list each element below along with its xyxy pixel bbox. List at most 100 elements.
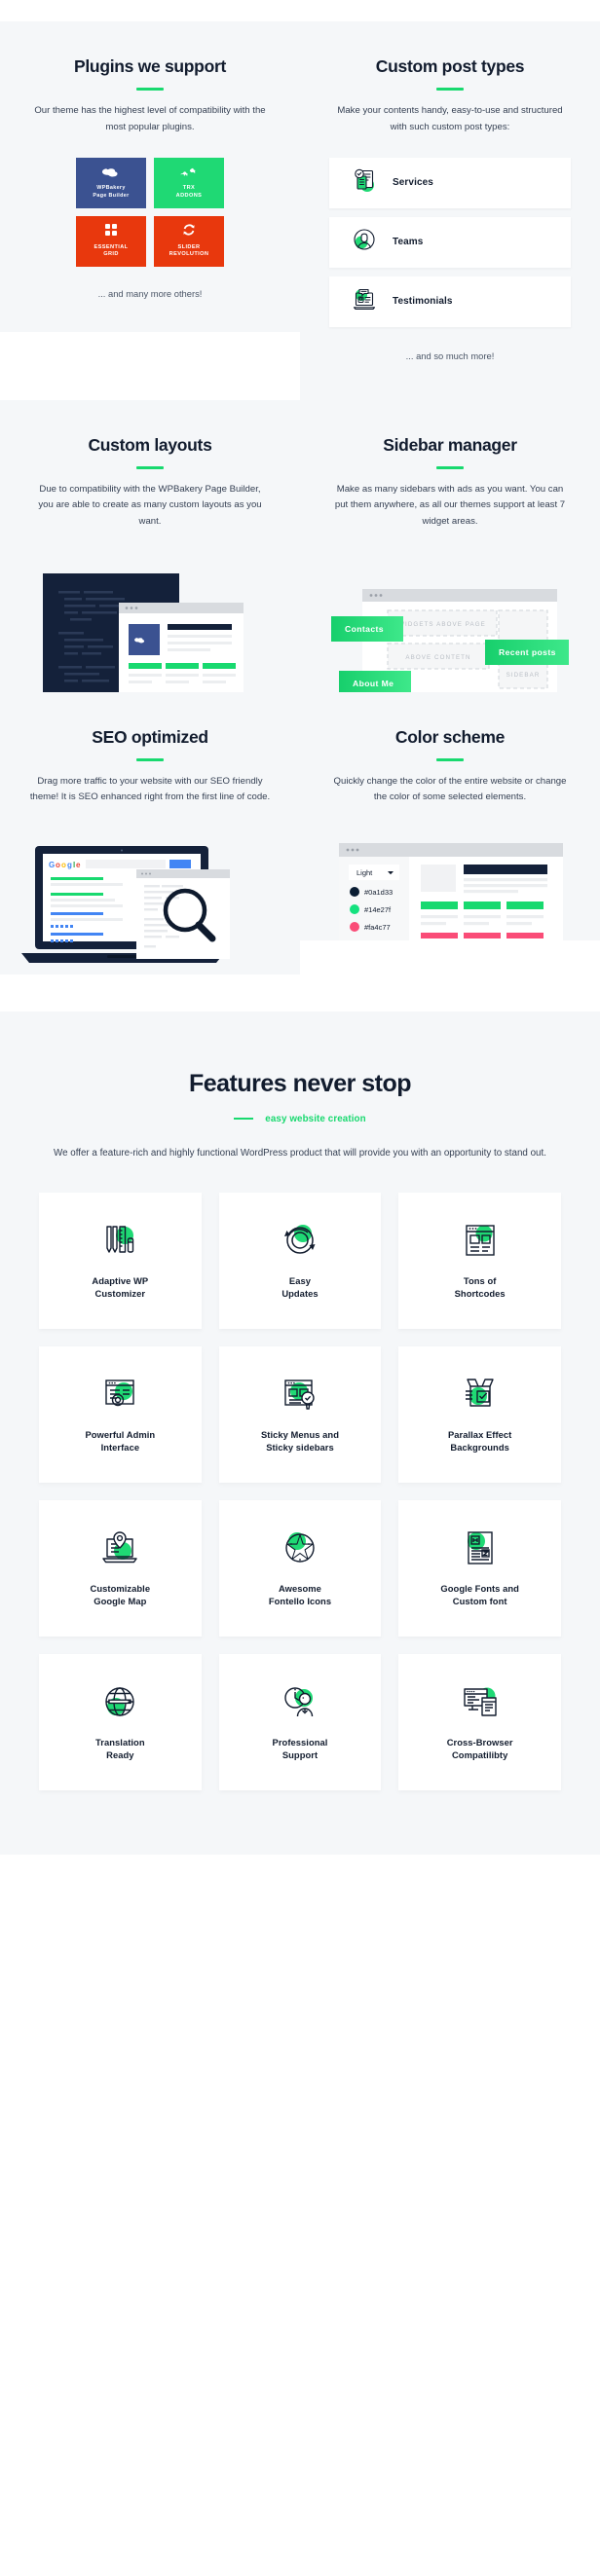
feature-card[interactable]: Easy Updates: [218, 1192, 382, 1329]
window-gear-icon: [99, 1372, 140, 1417]
feature-card[interactable]: Professional Support: [218, 1653, 382, 1790]
svg-text:#14e27f: #14e27f: [364, 905, 392, 914]
seo-title: SEO optimized: [92, 726, 208, 747]
svg-text:#0a1d33: #0a1d33: [364, 888, 393, 897]
trx-addons-icon: [179, 166, 199, 181]
row-seo-colors: SEO optimized Drag more traffic to your …: [0, 691, 600, 975]
svg-text:Light: Light: [356, 868, 373, 877]
svg-text:Recent posts: Recent posts: [499, 647, 556, 657]
plugin-tile-essential-grid[interactable]: ESSENTIAL GRID: [76, 215, 146, 267]
feature-title: Tons of Shortcodes: [454, 1274, 506, 1300]
col-left-2: Custom layouts Due to compatibility with…: [0, 399, 300, 692]
plugin-tile-trx-addons[interactable]: TRX ADDONS: [154, 157, 224, 208]
open-box-check-icon: [460, 1372, 501, 1417]
feature-title: Awesome Fontello Icons: [268, 1582, 332, 1607]
feature-card[interactable]: Tons of Shortcodes: [398, 1192, 561, 1329]
plugins-title: Plugins we support: [74, 56, 226, 76]
features-subtitle-row: easy website creation: [0, 1114, 600, 1124]
col-left-3: SEO optimized Drag more traffic to your …: [0, 691, 300, 975]
services-document-icon: [351, 166, 378, 199]
features-title: Features never stop: [188, 1069, 412, 1097]
feature-card[interactable]: Adaptive WP Customizer: [39, 1192, 202, 1329]
feature-card[interactable]: Cross-Browser Compatilibty: [398, 1653, 561, 1790]
refresh-arrows-icon: [280, 1218, 320, 1263]
feature-card[interactable]: Customizable Google Map: [39, 1499, 202, 1637]
post-types-title: Custom post types: [375, 56, 525, 76]
post-type-item-teams[interactable]: Teams: [329, 216, 571, 268]
features-lead: We offer a feature-rich and highly funct…: [54, 1147, 546, 1159]
col-right-3: Color scheme Quickly change the color of…: [300, 691, 600, 975]
feature-card[interactable]: Sticky Menus and Sticky sidebars: [218, 1345, 382, 1483]
plugins-text: Our theme has the highest level of compa…: [34, 105, 266, 132]
teams-person-icon: [351, 226, 378, 258]
post-types-footnote: ... and so much more!: [405, 350, 495, 361]
wpbakery-icon: [101, 166, 121, 181]
custom-layouts-panel: Custom layouts Due to compatibility with…: [0, 399, 300, 692]
plugin-tile-slider-revolution[interactable]: SLIDER REVOLUTION: [154, 215, 224, 267]
svg-text:e: e: [76, 861, 81, 869]
row-layouts-sidebar: Custom layouts Due to compatibility with…: [0, 399, 600, 692]
plugin-tile-wpbakery[interactable]: WPBakery Page Builder: [76, 157, 146, 208]
svg-text:Contacts: Contacts: [345, 624, 384, 634]
feature-title: Professional Support: [272, 1736, 328, 1761]
feature-title: Google Fonts and Custom font: [440, 1582, 519, 1607]
row-plugins-posttypes: Plugins we support Our theme has the hig…: [0, 21, 600, 400]
plugin-tile-line1: SLIDER: [177, 243, 201, 250]
sidebar-manager-panel: Sidebar manager Make as many sidebars wi…: [300, 399, 600, 692]
svg-text:o: o: [56, 861, 60, 869]
feature-card[interactable]: Parallax Effect Backgrounds: [398, 1345, 561, 1483]
post-type-label: Testimonials: [393, 296, 453, 308]
sidebar-manager-illustration: WIDGETS ABOVE PAGE ABOVE CONTETN SIDEBAR…: [308, 585, 600, 692]
title-rule: [436, 88, 464, 91]
plugin-tile-line2: ADDONS: [175, 192, 203, 199]
plugin-tile-line2: REVOLUTION: [169, 251, 209, 258]
seo-text: Drag more traffic to your website with o…: [29, 775, 271, 803]
svg-text:G: G: [49, 861, 55, 869]
title-rule: [136, 757, 164, 761]
color-scheme-illustration: Light #0a1d33 #14e27f #fa4c77: [339, 842, 582, 940]
post-types-text: Make your contents handy, easy-to-use an…: [337, 105, 563, 132]
window-check-icon: [280, 1372, 320, 1417]
feature-card[interactable]: Google Fonts and Custom font: [398, 1499, 561, 1637]
top-spacer: [0, 0, 600, 21]
feature-title: Cross-Browser Compatilibty: [446, 1736, 513, 1761]
post-type-item-testimonials[interactable]: Testimonials: [329, 276, 571, 327]
svg-text:ABOVE CONTETN: ABOVE CONTETN: [405, 654, 470, 661]
feature-title: Sticky Menus and Sticky sidebars: [260, 1428, 339, 1454]
col-left-1: Plugins we support Our theme has the hig…: [0, 21, 300, 400]
pencil-ruler-icon: [99, 1218, 140, 1263]
plugin-tile-line2: GRID: [103, 251, 119, 258]
feature-card[interactable]: Awesome Fontello Icons: [218, 1499, 382, 1637]
title-rule: [436, 757, 464, 761]
landing-page: Plugins we support Our theme has the hig…: [0, 0, 600, 1909]
post-types-list: Services Teams Testimonials: [329, 157, 571, 327]
post-type-item-services[interactable]: Services: [329, 157, 571, 208]
custom-post-types-panel: Custom post types Make your contents han…: [300, 21, 600, 400]
layout-blocks-icon: [460, 1218, 501, 1263]
svg-text:#fa4c77: #fa4c77: [364, 923, 391, 932]
svg-text:About Me: About Me: [353, 679, 394, 688]
plugins-panel: Plugins we support Our theme has the hig…: [0, 21, 300, 332]
essential-grid-icon: [104, 223, 118, 239]
title-rule: [136, 465, 164, 469]
globe-pen-icon: [99, 1679, 140, 1724]
features-subtitle: easy website creation: [265, 1113, 366, 1124]
color-scheme-title: Color scheme: [394, 726, 506, 747]
feature-title: Parallax Effect Backgrounds: [447, 1428, 512, 1454]
color-scheme-text: Quickly change the color of the entire w…: [333, 775, 567, 803]
section-spacer: [0, 974, 600, 1012]
feature-card[interactable]: Powerful Admin Interface: [39, 1345, 202, 1483]
features-grid: Adaptive WP Customizer Easy Updates Tons…: [39, 1192, 561, 1790]
plugin-tile-line1: WPBakery: [96, 185, 126, 192]
layouts-title: Custom layouts: [88, 434, 212, 455]
plugin-tile-line1: ESSENTIAL: [94, 243, 129, 250]
plugins-footnote: ... and many more others!: [97, 287, 203, 299]
testimonials-laptop-icon: [351, 285, 378, 317]
support-agent-clock-icon: [280, 1679, 320, 1724]
feature-title: Customizable Google Map: [90, 1582, 151, 1607]
feature-card[interactable]: Translation Ready: [39, 1653, 202, 1790]
svg-text:g: g: [67, 861, 72, 869]
post-type-label: Services: [393, 177, 433, 189]
svg-text:o: o: [61, 861, 66, 869]
feature-title: Translation Ready: [95, 1736, 145, 1761]
